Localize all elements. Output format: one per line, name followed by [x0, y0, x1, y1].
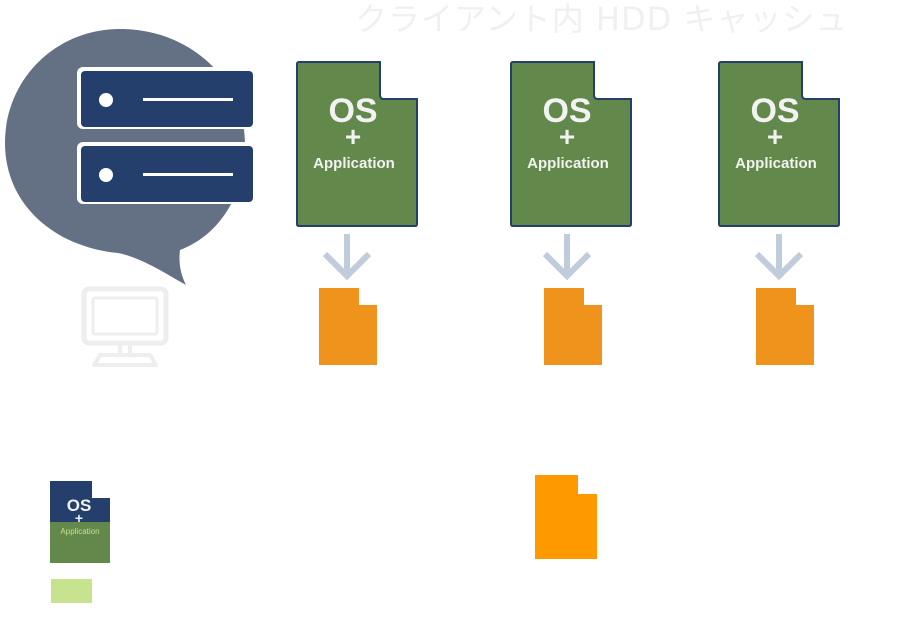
doc-plus-label: + — [766, 121, 784, 152]
doc-plus-label: + — [344, 121, 362, 152]
arrow-down-icon — [322, 234, 372, 281]
arrow-down-icon — [542, 234, 592, 281]
legend-cache-file-icon — [535, 475, 597, 559]
cache-file-icon — [756, 288, 814, 365]
diagram-title: クライアント内 HDD キャッシュ — [355, 0, 849, 38]
legend-app-label: Application — [60, 527, 100, 536]
client-image-doc-2: OS + Application — [509, 61, 635, 231]
client-image-doc-3: OS + Application — [717, 61, 843, 231]
doc-app-label: Application — [527, 155, 609, 172]
doc-app-label: Application — [313, 155, 395, 172]
server-bubble-icon — [5, 29, 256, 285]
legend-image-doc: OS + Application — [50, 481, 112, 565]
legend-swatch — [51, 579, 92, 603]
client-image-doc-1: OS + Application — [295, 61, 421, 231]
server-unit-top — [77, 67, 256, 129]
arrow-down-icon — [754, 234, 804, 281]
doc-app-label: Application — [735, 155, 817, 172]
monitor-icon — [81, 286, 169, 367]
cache-file-icon — [319, 288, 377, 365]
doc-plus-label: + — [558, 121, 576, 152]
legend-plus-label: + — [74, 510, 84, 526]
server-unit-bottom — [77, 142, 256, 204]
cache-file-icon — [544, 288, 602, 365]
